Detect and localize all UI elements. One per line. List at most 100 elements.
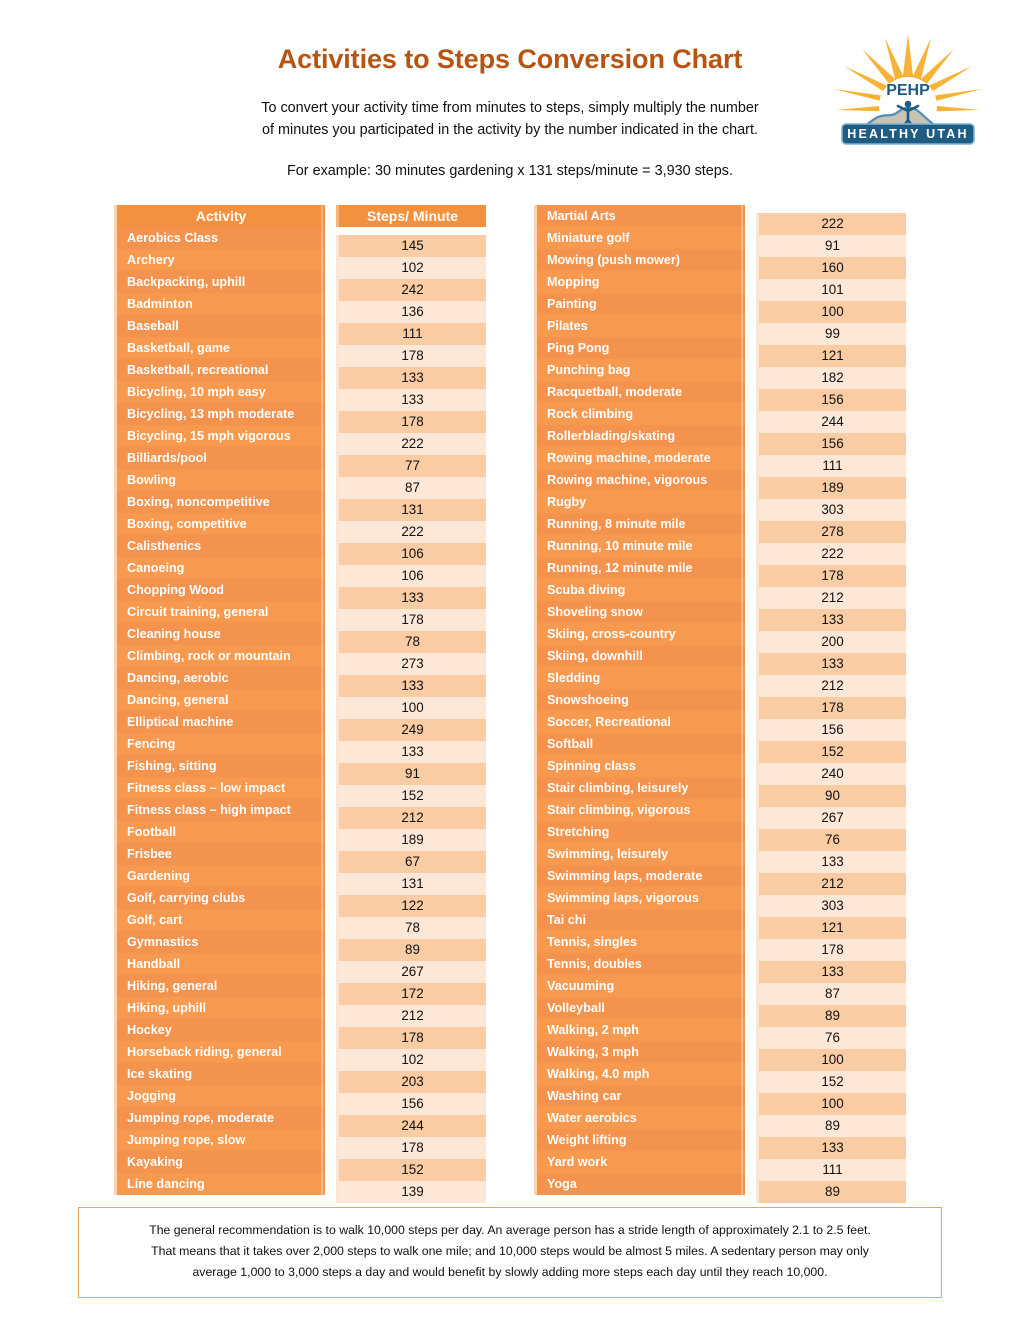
logo-brand-text: PEHP [886, 82, 930, 99]
activity-name-cell: Elliptical machine [114, 711, 325, 733]
activity-name-cell: Gymnastics [114, 931, 325, 953]
activity-name-cell: Line dancing [114, 1173, 325, 1195]
table-row: Chopping Wood 133 [114, 579, 486, 609]
table-row: Rowing machine, moderate 111 [534, 447, 906, 477]
table-row: Tennis, singles 178 [534, 931, 906, 961]
table-row: Yard work 111 [534, 1151, 906, 1181]
table-row: Punching bag 182 [534, 359, 906, 389]
activity-name-cell: Yard work [534, 1151, 745, 1173]
table-row: Skiing, cross-country 200 [534, 623, 906, 653]
table-row: Jogging 156 [114, 1085, 486, 1115]
activity-name-cell: Bicycling, 13 mph moderate [114, 403, 325, 425]
activity-name-cell: Rowing machine, vigorous [534, 469, 745, 491]
conversion-tables: Activity Steps/ Minute Aerobics Class 145… [0, 205, 1020, 1203]
example-text: For example: 30 minutes gardening x 131 … [287, 163, 733, 179]
activity-name-cell: Backpacking, uphill [114, 271, 325, 293]
table-row: Stair climbing, vigorous 267 [534, 799, 906, 829]
table-row: Kayaking 152 [114, 1151, 486, 1181]
table-row: Yoga 89 [534, 1173, 906, 1203]
table-row: Tennis, doubles 133 [534, 953, 906, 983]
table-row: Ping Pong 121 [534, 337, 906, 367]
activity-name-cell: Hockey [114, 1019, 325, 1041]
activity-name-cell: Mowing (push mower) [534, 249, 745, 271]
table-row: Hiking, general 172 [114, 975, 486, 1005]
activity-name-cell: Chopping Wood [114, 579, 325, 601]
activity-name-cell: Fishing, sitting [114, 755, 325, 777]
activity-name-cell: Jumping rope, slow [114, 1129, 325, 1151]
activity-name-cell: Scuba diving [534, 579, 745, 601]
activity-name-cell: Running, 12 minute mile [534, 557, 745, 579]
activity-name-cell: Golf, cart [114, 909, 325, 931]
activity-name-cell: Rollerblading/skating [534, 425, 745, 447]
table-row: Hockey 178 [114, 1019, 486, 1049]
table-row: Fitness class – low impact 152 [114, 777, 486, 807]
activity-name-cell: Skiing, cross-country [534, 623, 745, 645]
activity-name-cell: Dancing, general [114, 689, 325, 711]
activity-name-cell: Pilates [534, 315, 745, 337]
table-row: Golf, cart 78 [114, 909, 486, 939]
table-row: Boxing, competitive 222 [114, 513, 486, 543]
table-row: Canoeing 106 [114, 557, 486, 587]
table-row: Mowing (push mower) 160 [534, 249, 906, 279]
activity-name-cell: Hiking, general [114, 975, 325, 997]
activity-name-cell: Rowing machine, moderate [534, 447, 745, 469]
table-row: Skiing, downhill 133 [534, 645, 906, 675]
table-row: Bicycling, 15 mph vigorous 222 [114, 425, 486, 455]
table-row: Stretching 76 [534, 821, 906, 851]
table-row: Basketball, recreational 133 [114, 359, 486, 389]
table-row: Racquetball, moderate 156 [534, 381, 906, 411]
activity-name-cell: Punching bag [534, 359, 745, 381]
table-row: Billiards/pool 77 [114, 447, 486, 477]
table-row: Volleyball 89 [534, 997, 906, 1027]
table-row: Stair climbing, leisurely 90 [534, 777, 906, 807]
table-row: Softball 152 [534, 733, 906, 763]
activity-name-cell: Aerobics Class [114, 227, 325, 249]
activity-name-cell: Handball [114, 953, 325, 975]
steps-per-minute-cell: 139 [336, 1181, 486, 1203]
table-row: Running, 10 minute mile 222 [534, 535, 906, 565]
table-row: Jumping rope, moderate 244 [114, 1107, 486, 1137]
logo-svg: PEHP HEALTHY UTAH [834, 34, 982, 145]
table-row: Swimming laps, moderate 212 [534, 865, 906, 895]
activity-name-cell: Bicycling, 15 mph vigorous [114, 425, 325, 447]
activity-name-cell: Cleaning house [114, 623, 325, 645]
table-row: Swimming, leisurely 133 [534, 843, 906, 873]
table-row: Circuit training, general 178 [114, 601, 486, 631]
activity-name-cell: Painting [534, 293, 745, 315]
table-row: Frisbee 67 [114, 843, 486, 873]
activity-name-cell: Jumping rope, moderate [114, 1107, 325, 1129]
table-row: Badminton 136 [114, 293, 486, 323]
activity-name-cell: Archery [114, 249, 325, 271]
table-row: Snowshoeing 178 [534, 689, 906, 719]
note-line-2: That means that it takes over 2,000 step… [151, 1244, 869, 1258]
table-row: Line dancing 139 [114, 1173, 486, 1203]
table-row: Cleaning house 78 [114, 623, 486, 653]
table-row: Elliptical machine 249 [114, 711, 486, 741]
table-row: Shoveling snow 133 [534, 601, 906, 631]
activity-name-cell: Skiing, downhill [534, 645, 745, 667]
activity-name-cell: Basketball, game [114, 337, 325, 359]
activity-name-cell: Circuit training, general [114, 601, 325, 623]
activity-name-cell: Billiards/pool [114, 447, 325, 469]
activity-name-cell: Walking, 3 mph [534, 1041, 745, 1063]
activity-name-cell: Climbing, rock or mountain [114, 645, 325, 667]
activity-name-cell: Water aerobics [534, 1107, 745, 1129]
activity-name-cell: Fencing [114, 733, 325, 755]
activity-name-cell: Yoga [534, 1173, 745, 1195]
activity-name-cell: Rugby [534, 491, 745, 513]
table-row: Bicycling, 10 mph easy 133 [114, 381, 486, 411]
activity-name-cell: Canoeing [114, 557, 325, 579]
activity-name-cell: Bowling [114, 469, 325, 491]
activity-name-cell: Horseback riding, general [114, 1041, 325, 1063]
activity-name-cell: Washing car [534, 1085, 745, 1107]
table-row: Golf, carrying clubs 122 [114, 887, 486, 917]
table-row: Soccer, Recreational 156 [534, 711, 906, 741]
table-row: Gardening 131 [114, 865, 486, 895]
table-row: Rowing machine, vigorous 189 [534, 469, 906, 499]
table-row: Handball 267 [114, 953, 486, 983]
activity-name-cell: Baseball [114, 315, 325, 337]
activity-name-cell: Badminton [114, 293, 325, 315]
activity-name-cell: Volleyball [534, 997, 745, 1019]
table-header-row: Activity Steps/ Minute [114, 205, 486, 227]
activity-name-cell: Jogging [114, 1085, 325, 1107]
